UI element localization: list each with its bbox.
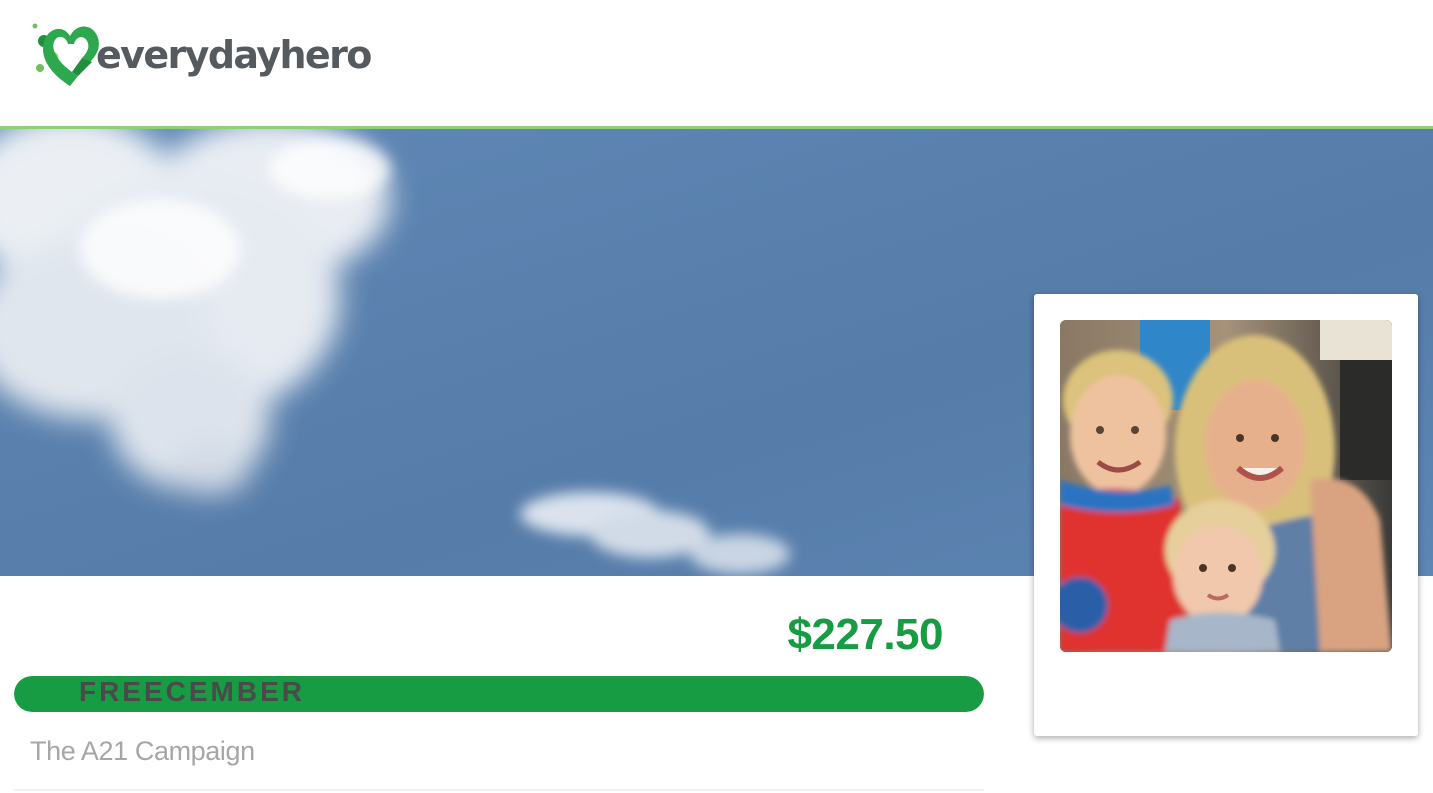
profile-card [1034, 294, 1418, 736]
divider [14, 789, 984, 791]
family-photo-image [1060, 320, 1392, 652]
site-header: everydayhero [0, 0, 1433, 129]
profile-photo [1060, 320, 1392, 652]
logo-wordmark: everydayhero [96, 33, 372, 77]
amount-raised: $227.50 [787, 610, 943, 659]
profile-name[interactable]: FREECEMBER [0, 676, 384, 708]
everydayhero-logo[interactable]: everydayhero [30, 16, 372, 90]
campaign-link[interactable]: The A21 Campaign [30, 736, 255, 767]
heart-logo-icon [32, 23, 99, 86]
